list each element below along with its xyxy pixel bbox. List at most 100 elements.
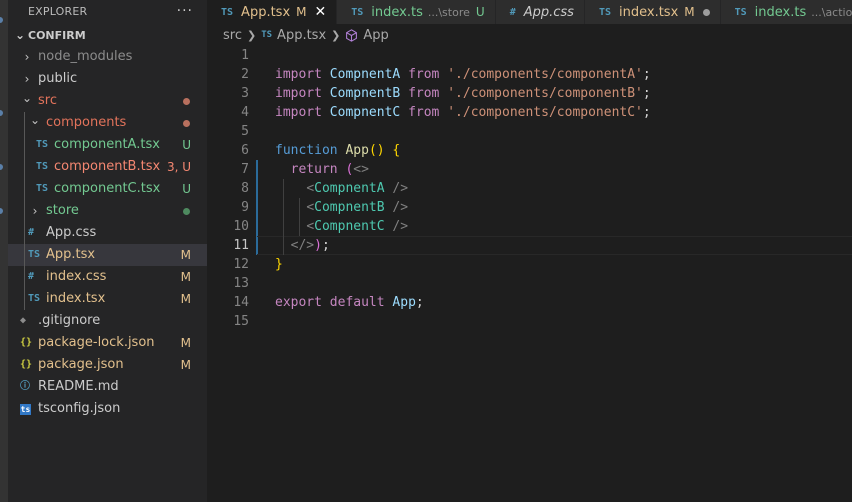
code-line[interactable]: return (<> [275,160,852,179]
code-token: ; [415,295,424,310]
code-token: CompnentB [329,86,409,101]
line-number: 2 [241,67,249,82]
breadcrumb-folder[interactable]: src [223,28,242,43]
line-number: 12 [233,257,249,272]
editor-tab[interactable]: TS index.ts ...\actio [720,0,852,24]
unsaved-dot-icon[interactable] [702,8,710,16]
editor-tab[interactable]: # App.css [495,0,585,24]
chevron-right-icon: › [32,204,38,218]
code-line[interactable]: function App() { [275,141,852,160]
breadcrumb-symbol[interactable]: App [363,28,388,43]
tree-indent-guide [24,200,25,222]
code-line[interactable]: export default App; [275,293,852,312]
typescript-file-icon: TS [221,6,234,18]
code-line[interactable] [275,122,852,141]
tab-description: ...\actio [811,5,852,19]
line-number-gutter: 1 2 3 4 5 6 7 8 9 10 11 12 13 14 15 [207,46,249,331]
tree-item[interactable]: TS componentA.tsx U [8,134,207,156]
tree-item-label: node_modules [38,49,133,64]
code-line[interactable]: import CompnentA from './components/comp… [275,65,852,84]
explorer-title: EXPLORER [28,4,88,18]
tab-label: App.tsx [241,4,291,20]
git-status-badge: M [180,292,191,306]
tree-item[interactable]: ⓘ README.md [8,376,207,398]
code-token: ; [642,86,651,101]
status-dot [183,120,190,127]
tree-item[interactable]: # App.css [8,222,207,244]
tree-indent-guide [24,244,25,266]
typescript-file-icon: TS [36,161,49,172]
tree-item[interactable]: ◆ .gitignore [8,310,207,332]
code-token: } [275,257,283,272]
tab-git-status: M [296,5,307,19]
git-status-badge: M [180,248,191,262]
tree-item[interactable]: TS index.tsx M [8,288,207,310]
code-line[interactable] [275,46,852,65]
code-line[interactable]: <CompnentA /> [275,179,852,198]
tree-indent-guide [24,134,25,156]
tab-label: index.ts [754,4,807,20]
breadcrumb-file[interactable]: App.tsx [277,28,326,43]
editor-tab[interactable]: TS index.ts ...\store U [337,0,496,24]
close-icon[interactable]: ✕ [315,4,327,20]
tree-item[interactable]: TS App.tsx M [8,244,207,266]
line-number: 4 [241,105,249,120]
tree-item[interactable]: ⌄ components [8,112,207,134]
code-line[interactable]: import CompnentC from './components/comp… [275,103,852,122]
code-line[interactable]: </>); [275,236,852,255]
line-number: 9 [241,200,249,215]
json-file-icon: {} [20,337,33,348]
code-line[interactable] [275,312,852,331]
git-status-badge: M [180,336,191,350]
css-file-icon: # [28,271,35,282]
tree-item[interactable]: › node_modules [8,46,207,68]
code-line[interactable]: <CompnentC /> [275,217,852,236]
tree-item[interactable]: {} package.json M [8,354,207,376]
line-number: 13 [233,276,249,291]
line-number: 5 [241,124,249,139]
code-token: () { [368,143,401,158]
status-dot [183,98,190,105]
line-number: 6 [241,143,249,158]
editor-tab[interactable]: TS App.tsx M ✕ [207,0,338,24]
line-number: 11 [233,238,249,253]
tab-label: index.tsx [619,4,679,20]
code-editor[interactable]: 1 2 3 4 5 6 7 8 9 10 11 12 13 14 15 import CompnentA f… [207,46,852,502]
more-actions-icon[interactable]: ··· [177,3,193,19]
code-token: CompnentC [329,105,409,120]
code-token: < [306,219,315,234]
tree-item[interactable]: TS componentC.tsx U [8,178,207,200]
line-number: 3 [241,86,249,101]
code-line[interactable]: <CompnentB /> [275,198,852,217]
code-token: import [275,86,330,101]
code-line[interactable]: import CompnentB from './components/comp… [275,84,852,103]
workspace-section[interactable]: ⌄ CONFIRM [8,24,207,46]
info-file-icon: ⓘ [20,381,30,392]
css-file-icon: # [28,227,35,238]
tree-item[interactable]: {} package-lock.json M [8,332,207,354]
code-line[interactable] [275,274,852,293]
typescript-icon: TS [261,30,273,40]
tab-label: index.ts [371,4,423,20]
tree-item[interactable]: # index.css M [8,266,207,288]
tsconfig-file-icon: ts [20,403,31,415]
file-tree: › node_modules › public ⌄ src ⌄ components TS com… [8,46,207,420]
tree-item-label: .gitignore [38,313,101,328]
code-lines[interactable]: import CompnentA from './components/comp… [275,46,852,331]
editor-tab[interactable]: TS index.tsx M [584,0,721,24]
tree-item[interactable]: › public [8,68,207,90]
code-line[interactable]: } [275,255,852,274]
code-token: from [408,105,448,120]
tree-item[interactable]: › store [8,200,207,222]
chevron-right-icon: › [24,50,30,64]
explorer-sidebar: EXPLORER ··· ⌄ CONFIRM › node_modules › pub… [8,0,207,502]
typescript-file-icon: TS [351,6,364,18]
tree-item-label: src [38,93,57,108]
tree-item[interactable]: TS componentB.tsx 3, U [8,156,207,178]
typescript-file-icon: TS [28,293,41,304]
symbol-icon [345,28,358,42]
tree-item[interactable]: ts tsconfig.json [8,398,207,420]
code-token: < [306,200,315,215]
